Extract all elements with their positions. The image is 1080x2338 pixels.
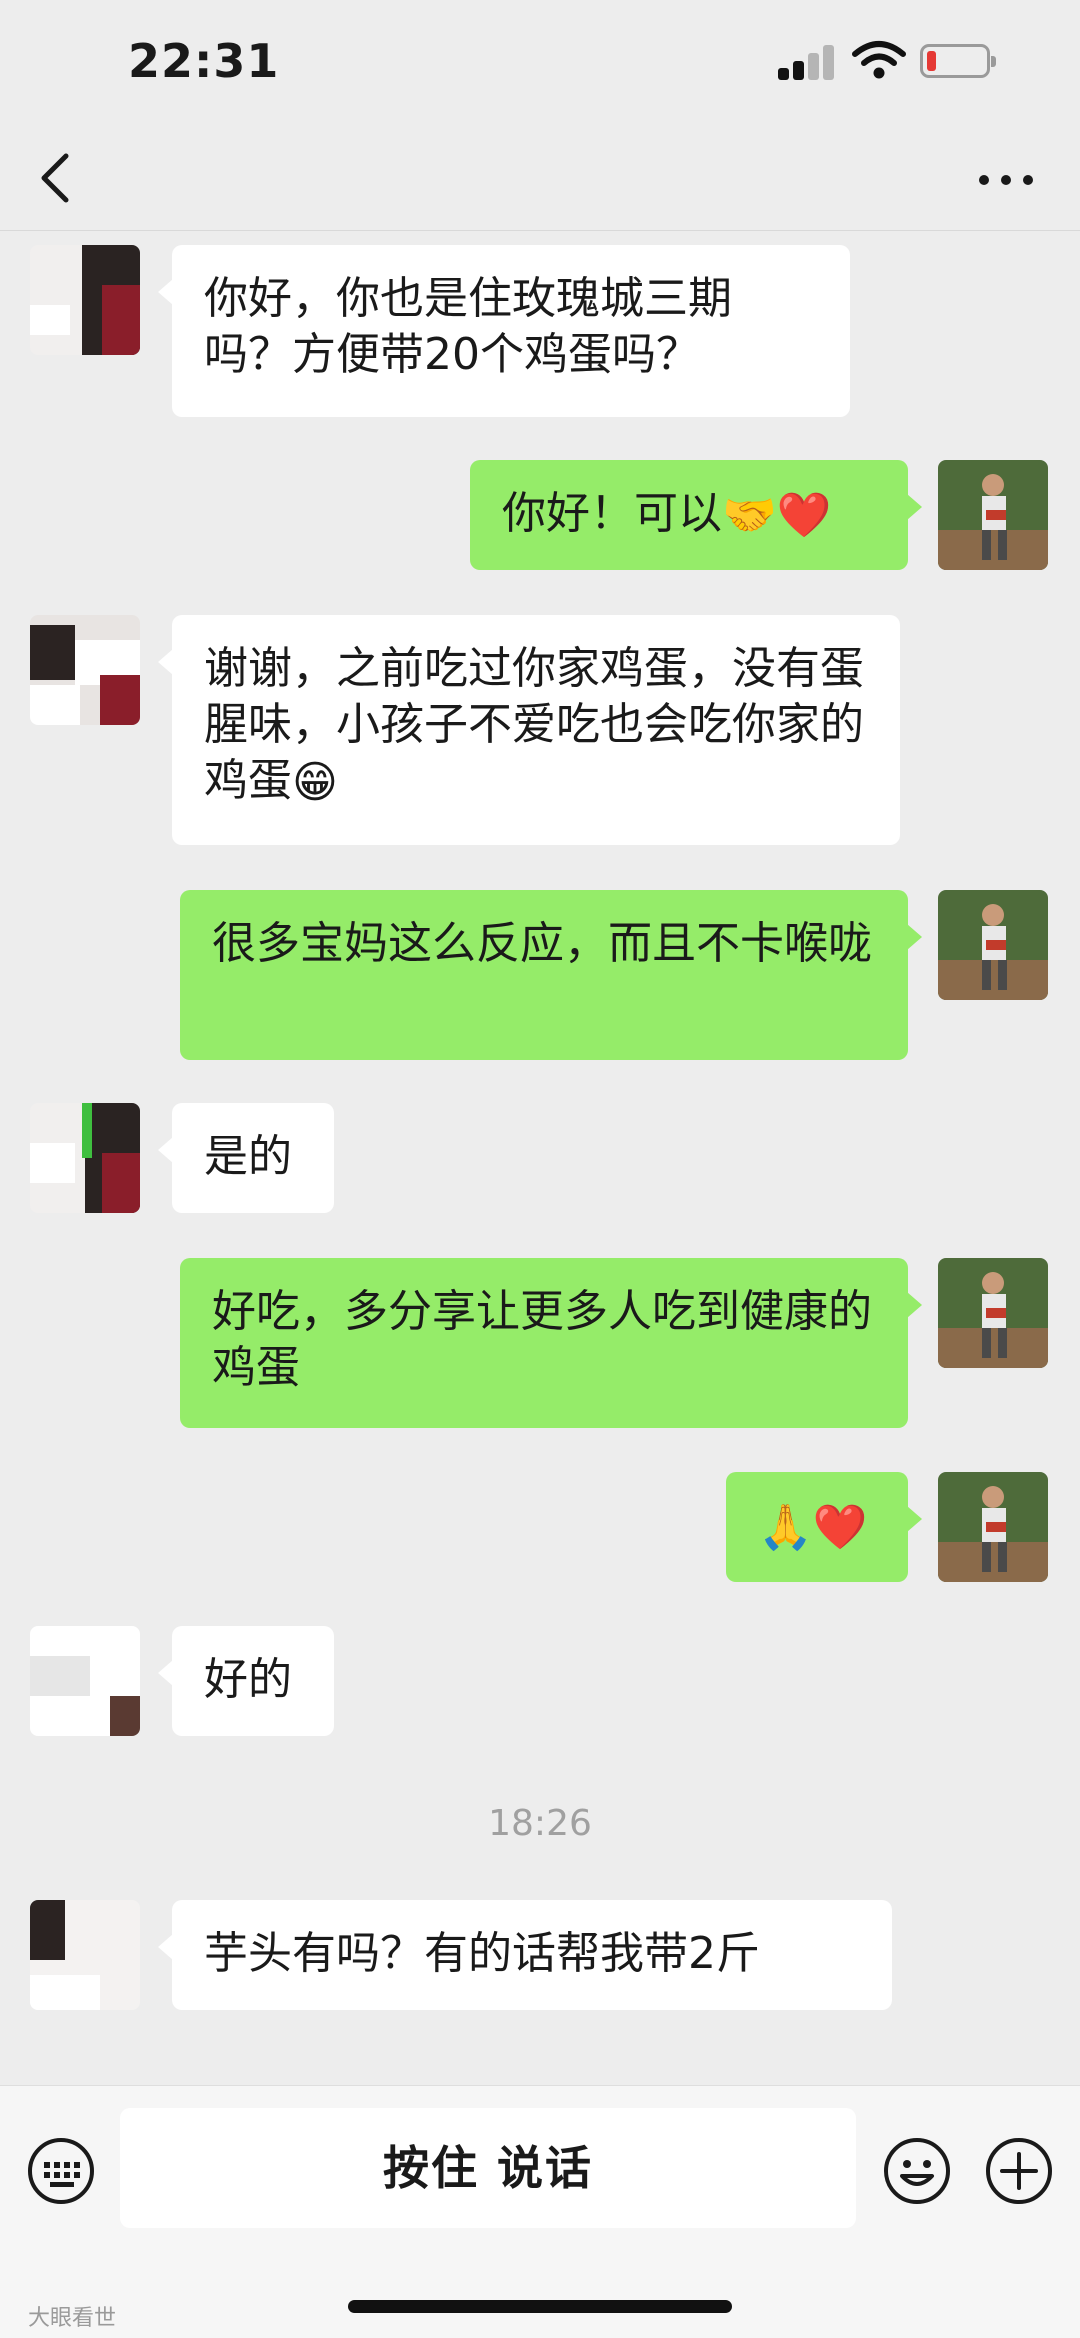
status-bar: 22:31 — [0, 0, 1080, 130]
message-text: 好吃，多分享让更多人吃到健康的鸡蛋 — [212, 1286, 872, 1393]
my-avatar[interactable] — [938, 460, 1048, 570]
chevron-left-icon[interactable] — [36, 148, 76, 208]
home-indicator[interactable] — [348, 2300, 732, 2313]
message-text: 很多宝妈这么反应，而且不卡喉咙 — [212, 918, 872, 969]
handshake-icon: 🤝 — [722, 490, 777, 541]
hold-to-talk-button[interactable]: 按住 说话 — [120, 2108, 856, 2228]
message-bubble[interactable]: 🙏❤️ — [726, 1472, 922, 1582]
keyboard-icon[interactable] — [26, 2136, 96, 2206]
contact-avatar[interactable] — [30, 615, 140, 725]
message-bubble[interactable]: 你好！可以🤝❤️ — [470, 460, 922, 570]
contact-avatar[interactable] — [30, 1103, 140, 1213]
heart-icon: ❤️ — [776, 490, 832, 541]
message-bubble[interactable]: 好的 — [158, 1626, 334, 1736]
message-bubble[interactable]: 芋头有吗？有的话帮我带2斤 — [158, 1900, 892, 2010]
message-bubble[interactable]: 是的 — [158, 1103, 334, 1213]
my-avatar[interactable] — [938, 890, 1048, 1000]
message-text: 是的 — [204, 1131, 292, 1182]
chat-header — [0, 130, 1080, 231]
more-dots-icon[interactable] — [976, 170, 1036, 190]
my-avatar[interactable] — [938, 1258, 1048, 1368]
message-bubble[interactable]: 谢谢，之前吃过你家鸡蛋，没有蛋腥味，小孩子不爱吃也会吃你家的鸡蛋😁 — [158, 615, 900, 845]
emoji-icon[interactable] — [882, 2136, 952, 2206]
battery-icon — [920, 44, 996, 78]
status-time: 22:31 — [128, 34, 280, 88]
message-bubble[interactable]: 你好，你也是住玫瑰城三期吗？方便带20个鸡蛋吗？ — [158, 245, 850, 417]
chat-timestamp: 18:26 — [488, 1803, 592, 1844]
praying-hands-icon: 🙏 — [758, 1502, 813, 1553]
plus-circle-icon[interactable] — [984, 2136, 1054, 2206]
wifi-icon — [852, 41, 906, 79]
cellular-signal-icon — [778, 44, 838, 80]
message-bubble[interactable]: 很多宝妈这么反应，而且不卡喉咙 — [180, 890, 922, 1060]
message-bubble[interactable]: 好吃，多分享让更多人吃到健康的鸡蛋 — [180, 1258, 922, 1428]
heart-icon: ❤️ — [812, 1502, 868, 1553]
contact-avatar[interactable] — [30, 245, 140, 355]
my-avatar[interactable] — [938, 1472, 1048, 1582]
message-text: 芋头有吗？有的话帮我带2斤 — [204, 1928, 760, 1979]
watermark: 大眼看世 — [28, 2306, 117, 2331]
battery-level — [927, 51, 936, 71]
contact-avatar[interactable] — [30, 1900, 140, 2010]
message-text: 好的 — [204, 1654, 292, 1705]
message-text: 你好！可以 — [502, 488, 722, 539]
message-text: 你好，你也是住玫瑰城三期吗？方便带20个鸡蛋吗？ — [204, 273, 732, 380]
grinning-face-icon: 😁 — [292, 757, 338, 808]
contact-avatar[interactable] — [30, 1626, 140, 1736]
